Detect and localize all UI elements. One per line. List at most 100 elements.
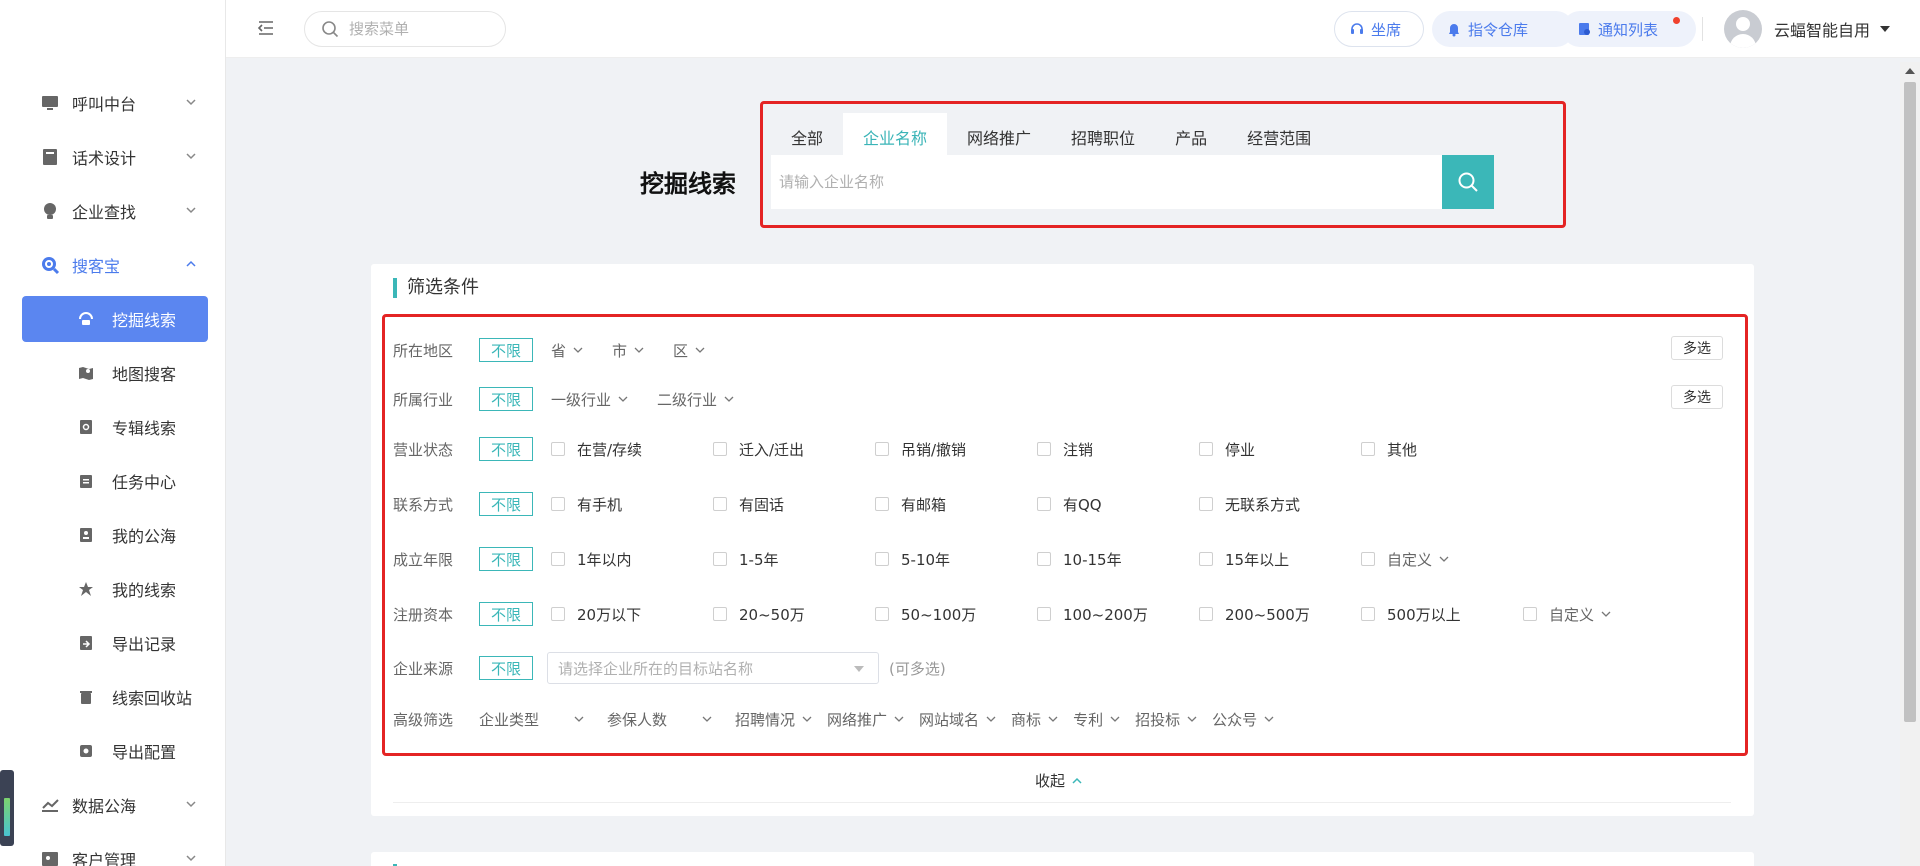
user-menu[interactable]: 云蝠智能自用 <box>1724 9 1891 49</box>
tab-online-promotion[interactable]: 网络推广 <box>947 113 1051 161</box>
menu-search[interactable] <box>304 11 506 47</box>
checkbox[interactable] <box>1037 497 1051 511</box>
unlimited-tag[interactable]: 不限 <box>479 338 533 362</box>
checkbox[interactable] <box>875 552 889 566</box>
multi-select-button[interactable]: 多选 <box>1671 385 1723 409</box>
command-repo-button[interactable]: 指令仓库 <box>1432 11 1574 47</box>
checkbox[interactable] <box>1199 607 1213 621</box>
checkbox[interactable] <box>551 442 565 456</box>
district-dropdown[interactable]: 区 <box>673 340 706 361</box>
capital-option[interactable]: 500万以上 <box>1361 604 1523 625</box>
checkbox[interactable] <box>551 607 565 621</box>
custom-dropdown[interactable]: 自定义 <box>1549 604 1612 625</box>
years-option[interactable]: 1年以内 <box>551 549 713 570</box>
checkbox[interactable] <box>713 607 727 621</box>
checkbox[interactable] <box>1037 607 1051 621</box>
tab-job-positions[interactable]: 招聘职位 <box>1051 113 1155 161</box>
custom-dropdown[interactable]: 自定义 <box>1387 549 1450 570</box>
status-option[interactable]: 注销 <box>1037 439 1199 460</box>
sidebar-subitem-map-search[interactable]: 地图搜客 <box>0 346 226 400</box>
years-option[interactable]: 1-5年 <box>713 549 875 570</box>
source-site-select[interactable]: 请选择企业所在的目标站名称 <box>547 652 879 684</box>
industry-level2-dropdown[interactable]: 二级行业 <box>657 389 735 410</box>
checkbox[interactable] <box>1523 607 1537 621</box>
checkbox[interactable] <box>1361 442 1375 456</box>
checkbox[interactable] <box>1037 442 1051 456</box>
seat-button[interactable]: 坐席 <box>1334 11 1424 47</box>
contact-option[interactable]: 有邮箱 <box>875 494 1037 515</box>
checkbox[interactable] <box>1361 552 1375 566</box>
contact-option[interactable]: 有手机 <box>551 494 713 515</box>
checkbox[interactable] <box>713 442 727 456</box>
status-option[interactable]: 迁入/迁出 <box>713 439 875 460</box>
floating-widget-handle[interactable] <box>0 770 14 846</box>
capital-custom[interactable]: 自定义 <box>1523 604 1643 625</box>
sidebar-subitem-my-leads[interactable]: 我的线索 <box>0 562 226 616</box>
years-option[interactable]: 15年以上 <box>1199 549 1361 570</box>
notice-list-button[interactable]: 通知列表 <box>1562 11 1696 47</box>
sidebar-subitem-recycle-bin[interactable]: 线索回收站 <box>0 670 226 724</box>
company-type-dropdown[interactable]: 企业类型 <box>479 709 593 730</box>
years-custom[interactable]: 自定义 <box>1361 549 1523 570</box>
capital-option[interactable]: 20万以下 <box>551 604 713 625</box>
capital-option[interactable]: 100~200万 <box>1037 604 1199 625</box>
checkbox[interactable] <box>875 442 889 456</box>
checkbox[interactable] <box>713 552 727 566</box>
search-button[interactable] <box>1442 155 1494 209</box>
tab-all[interactable]: 全部 <box>771 113 843 161</box>
unlimited-tag[interactable]: 不限 <box>479 492 533 516</box>
tab-company-name[interactable]: 企业名称 <box>843 113 948 161</box>
sidebar-item-company-search[interactable]: 企业查找 <box>0 184 226 238</box>
industry-level1-dropdown[interactable]: 一级行业 <box>551 389 629 410</box>
years-option[interactable]: 10-15年 <box>1037 549 1199 570</box>
unlimited-tag[interactable]: 不限 <box>479 656 533 680</box>
company-search-input[interactable] <box>771 155 1442 209</box>
official-account-dropdown[interactable]: 公众号 <box>1212 709 1275 730</box>
unlimited-tag[interactable]: 不限 <box>479 437 533 461</box>
recruitment-dropdown[interactable]: 招聘情况 <box>735 709 813 730</box>
promotion-dropdown[interactable]: 网络推广 <box>827 709 905 730</box>
bidding-dropdown[interactable]: 招投标 <box>1135 709 1198 730</box>
sidebar-item-customer-management[interactable]: 客户管理 <box>0 832 226 866</box>
sidebar-subitem-my-pool[interactable]: 我的公海 <box>0 508 226 562</box>
sidebar-item-soukebao[interactable]: 搜客宝 <box>0 238 226 292</box>
checkbox[interactable] <box>551 497 565 511</box>
sidebar-item-call-center[interactable]: 呼叫中台 <box>0 76 226 130</box>
multi-select-button[interactable]: 多选 <box>1671 336 1723 360</box>
sidebar-subitem-mine-leads[interactable]: 挖掘线索 <box>22 296 208 342</box>
sidebar-subitem-export-records[interactable]: 导出记录 <box>0 616 226 670</box>
checkbox[interactable] <box>875 607 889 621</box>
province-dropdown[interactable]: 省 <box>551 340 584 361</box>
checkbox[interactable] <box>875 497 889 511</box>
checkbox[interactable] <box>1361 607 1375 621</box>
domain-dropdown[interactable]: 网站域名 <box>919 709 997 730</box>
checkbox[interactable] <box>1199 497 1213 511</box>
vertical-scrollbar[interactable] <box>1900 62 1920 866</box>
checkbox[interactable] <box>551 552 565 566</box>
patent-dropdown[interactable]: 专利 <box>1073 709 1121 730</box>
sidebar-item-script-design[interactable]: 话术设计 <box>0 130 226 184</box>
unlimited-tag[interactable]: 不限 <box>479 602 533 626</box>
unlimited-tag[interactable]: 不限 <box>479 387 533 411</box>
sidebar-subitem-album-leads[interactable]: 专辑线索 <box>0 400 226 454</box>
checkbox[interactable] <box>1037 552 1051 566</box>
capital-option[interactable]: 200~500万 <box>1199 604 1361 625</box>
checkbox[interactable] <box>1199 552 1213 566</box>
contact-option[interactable]: 无联系方式 <box>1199 494 1361 515</box>
contact-option[interactable]: 有固话 <box>713 494 875 515</box>
years-option[interactable]: 5-10年 <box>875 549 1037 570</box>
scrollbar-thumb[interactable] <box>1904 82 1916 722</box>
status-option[interactable]: 停业 <box>1199 439 1361 460</box>
status-option[interactable]: 吊销/撤销 <box>875 439 1037 460</box>
city-dropdown[interactable]: 市 <box>612 340 645 361</box>
checkbox[interactable] <box>1199 442 1213 456</box>
sidebar-item-data-pool[interactable]: 数据公海 <box>0 778 226 832</box>
sidebar-subitem-export-config[interactable]: 导出配置 <box>0 724 226 778</box>
insured-count-dropdown[interactable]: 参保人数 <box>607 709 721 730</box>
tab-products[interactable]: 产品 <box>1155 113 1227 161</box>
collapse-menu-icon[interactable] <box>256 18 276 38</box>
collapse-filters-button[interactable]: 收起 <box>1035 770 1083 791</box>
checkbox[interactable] <box>713 497 727 511</box>
scroll-up-arrow-icon[interactable] <box>1905 68 1915 74</box>
capital-option[interactable]: 50~100万 <box>875 604 1037 625</box>
